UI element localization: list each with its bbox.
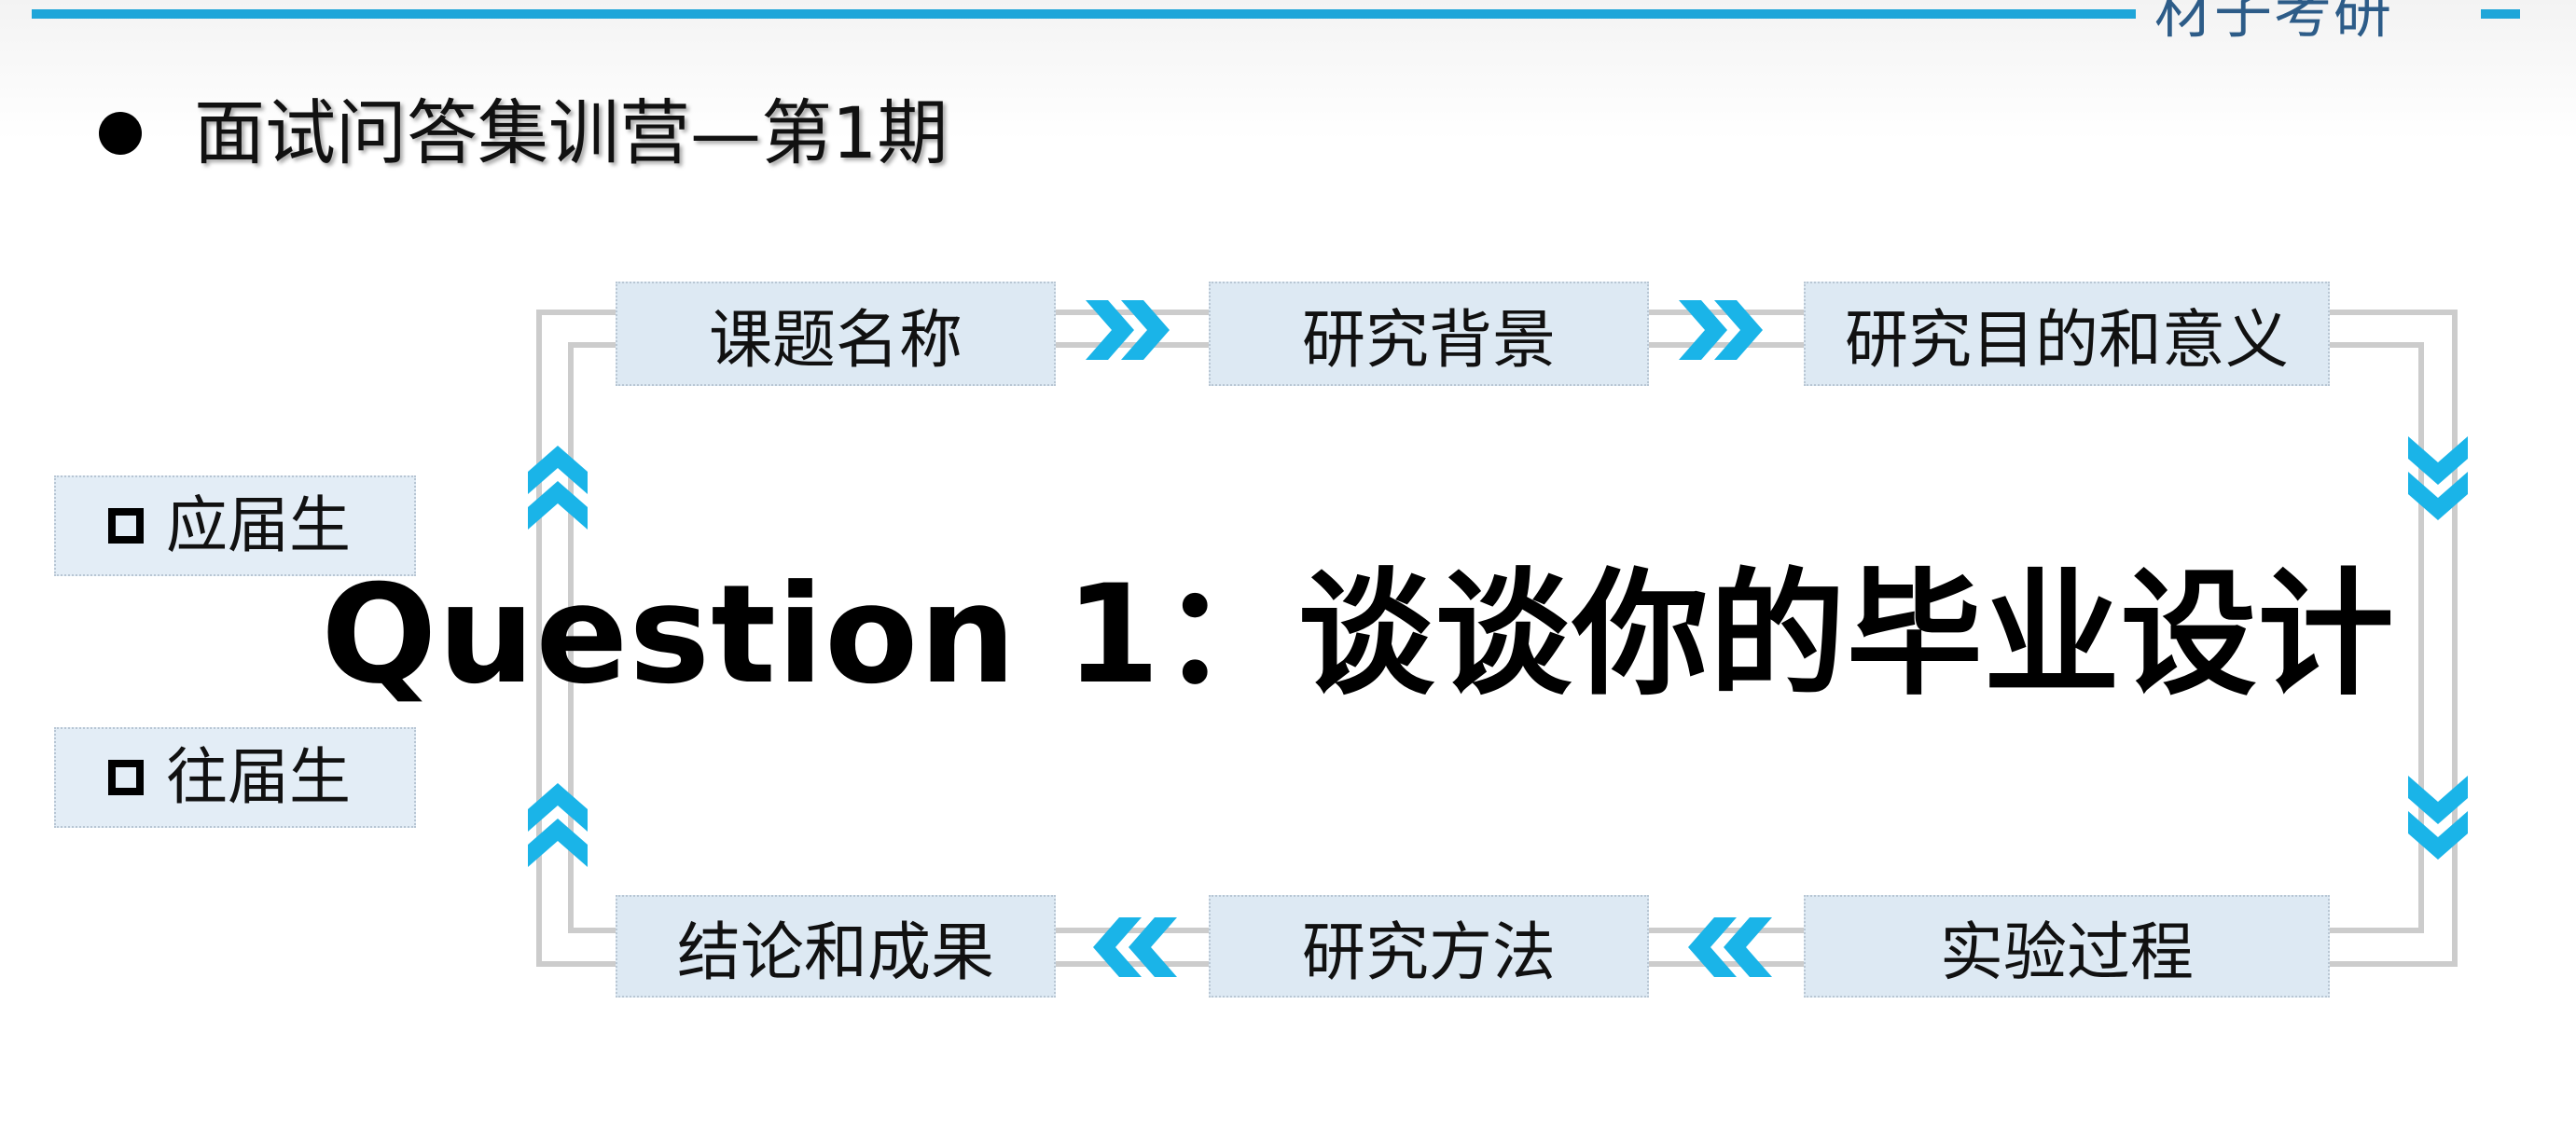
chevron-left-icon <box>1688 917 1772 977</box>
step-research-method: 研究方法 <box>1209 895 1649 998</box>
chevron-right-icon <box>1086 300 1170 360</box>
step-research-purpose: 研究目的和意义 <box>1804 282 2330 386</box>
step-experiment-process: 实验过程 <box>1804 895 2330 998</box>
step-conclusion-results: 结论和成果 <box>616 895 1056 998</box>
chevron-down-icon <box>2408 776 2468 860</box>
step-topic-name: 课题名称 <box>616 282 1056 386</box>
chevron-left-icon <box>1093 917 1177 977</box>
chevron-down-icon <box>2408 436 2468 520</box>
question-title: Question 1：谈谈你的毕业设计 <box>321 555 2395 714</box>
chevron-right-icon <box>1679 300 1763 360</box>
step-research-background: 研究背景 <box>1209 282 1649 386</box>
